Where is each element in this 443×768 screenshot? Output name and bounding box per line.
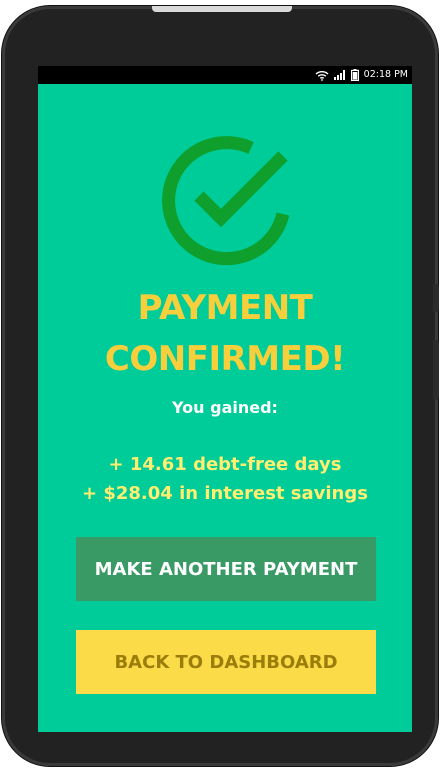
gained-label: You gained: — [172, 398, 278, 417]
make-another-payment-button[interactable]: MAKE ANOTHER PAYMENT — [76, 537, 376, 601]
check-circle-icon — [155, 128, 299, 272]
signal-icon — [333, 70, 346, 80]
phone-top-edge — [152, 6, 292, 12]
volume-button — [433, 340, 439, 400]
wifi-icon — [315, 70, 329, 81]
back-to-dashboard-button[interactable]: BACK TO DASHBOARD — [76, 630, 376, 694]
battery-icon — [350, 69, 359, 81]
interest-savings-benefit: + $28.04 in interest savings — [82, 483, 368, 504]
app-screen: 02:18 PM PAYMENT CONFIRMED! You gained: … — [38, 66, 412, 732]
power-button — [433, 284, 439, 312]
status-time: 02:18 PM — [363, 69, 408, 80]
debt-free-days-benefit: + 14.61 debt-free days — [108, 454, 342, 475]
status-bar: 02:18 PM — [38, 66, 412, 84]
status-icons: 02:18 PM — [315, 66, 408, 84]
confirmation-title-line1: PAYMENT — [137, 288, 313, 328]
confirmation-title-line2: CONFIRMED! — [104, 339, 346, 379]
